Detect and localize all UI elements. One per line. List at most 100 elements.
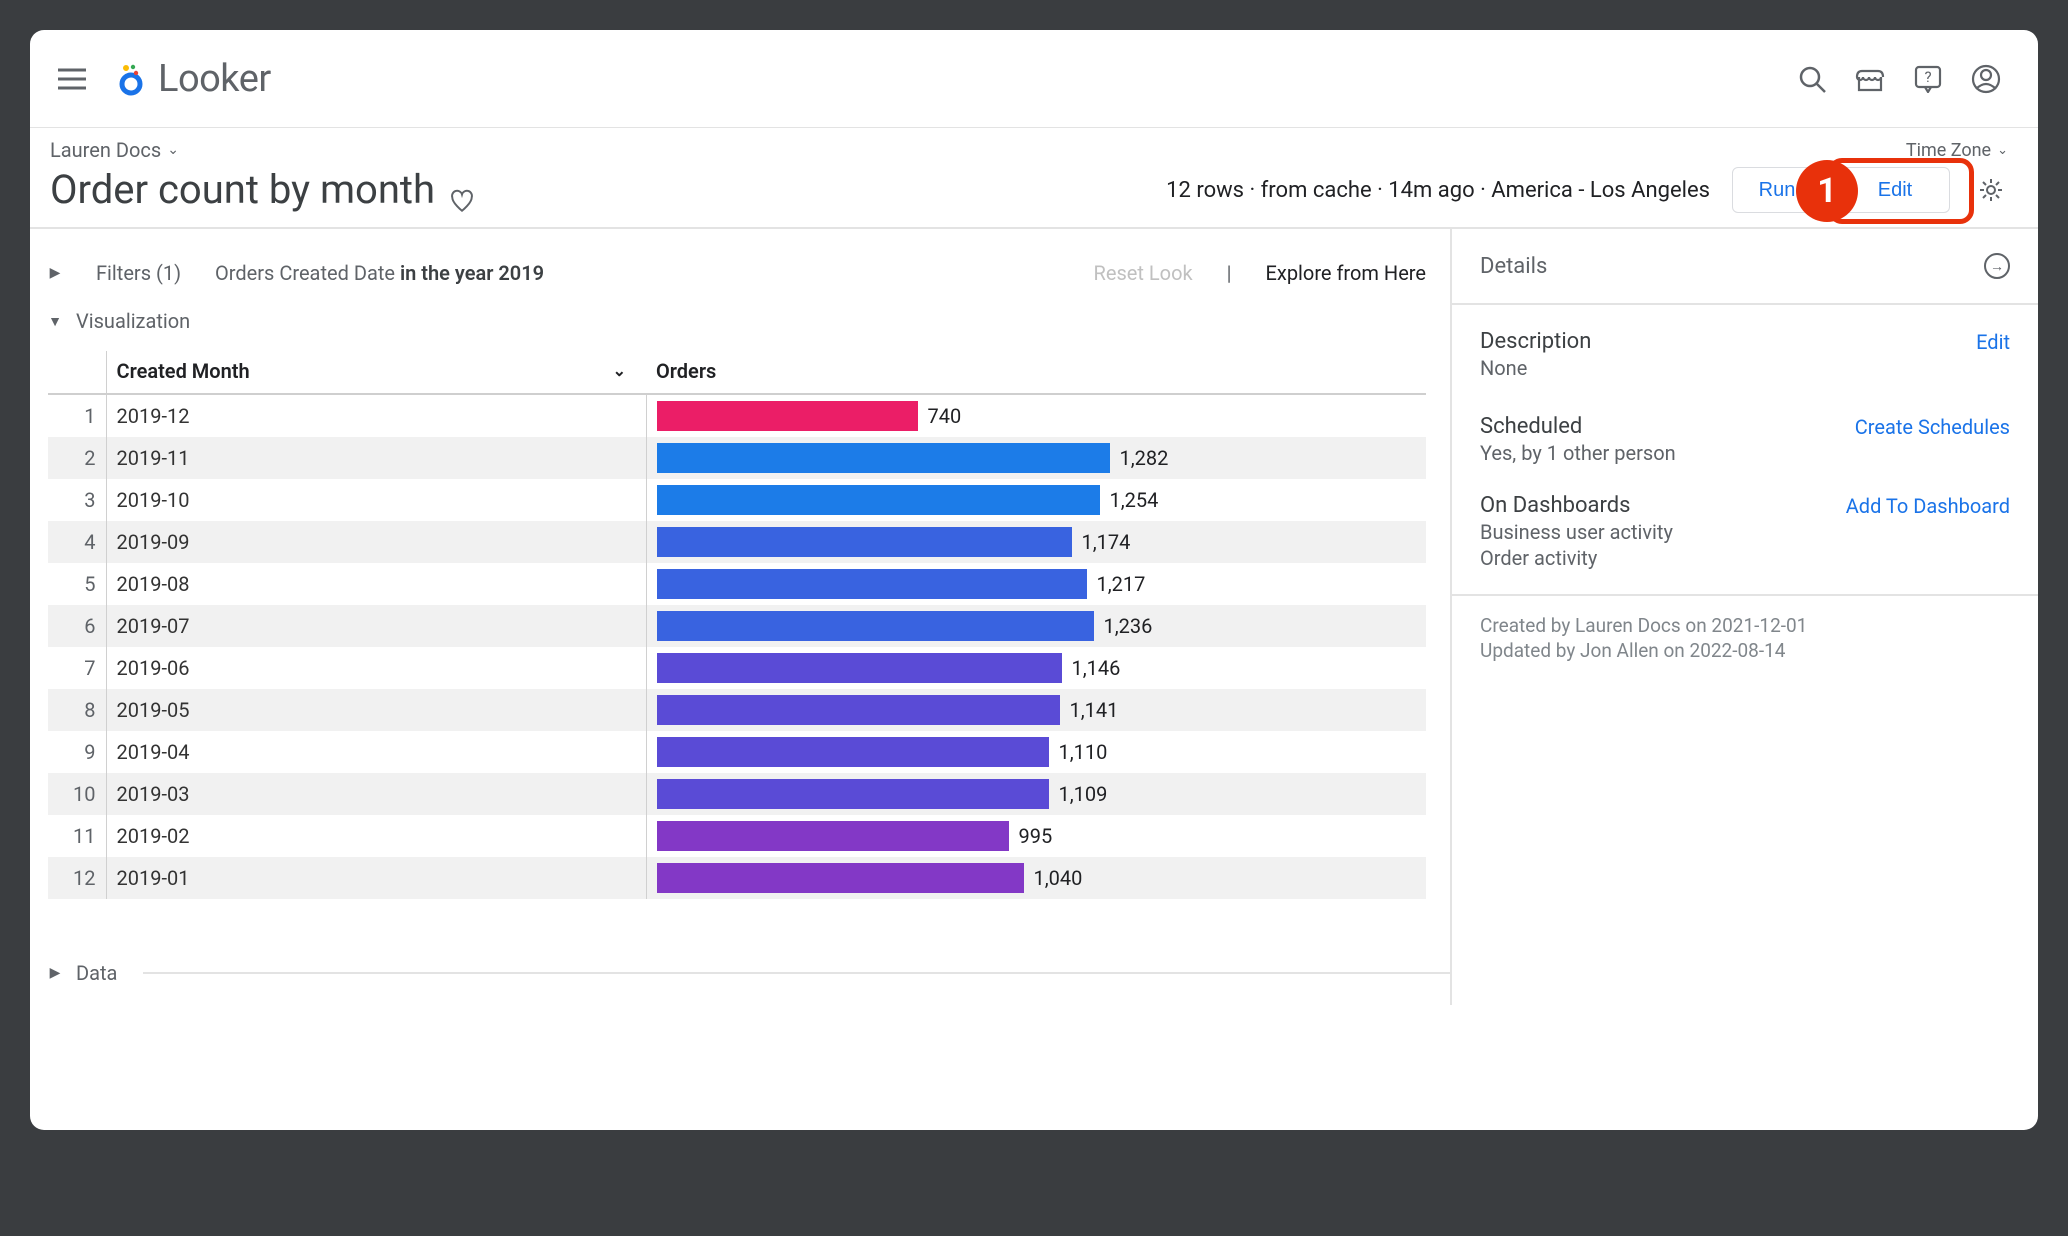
- row-index: 8: [48, 689, 106, 731]
- bar-value: 1,109: [1059, 782, 1108, 806]
- bar-value: 1,236: [1104, 614, 1153, 638]
- row-orders: 1,254: [646, 479, 1426, 521]
- row-month: 2019-03: [106, 773, 646, 815]
- row-month: 2019-04: [106, 731, 646, 773]
- bar-icon: [657, 401, 918, 431]
- edit-button[interactable]: Edit: [1840, 167, 1950, 213]
- bar-value: 1,254: [1110, 488, 1159, 512]
- details-sidebar: Details → Description Edit None Schedule…: [1450, 229, 2038, 1005]
- filters-label: Filters (1): [96, 261, 181, 285]
- bar-icon: [657, 485, 1100, 515]
- visualization-section-header[interactable]: ▼ Visualization: [48, 297, 1450, 345]
- row-orders: 1,040: [646, 857, 1426, 899]
- table-row: 102019-03 1,109: [48, 773, 1426, 815]
- edit-description-link[interactable]: Edit: [1976, 330, 2010, 354]
- table-row: 112019-02995: [48, 815, 1426, 857]
- data-label: Data: [76, 961, 117, 985]
- sidebar-meta: Created by Lauren Docs on 2021-12-01 Upd…: [1452, 594, 2038, 681]
- caret-right-icon: ▶: [48, 265, 62, 281]
- table-row: 72019-061,146: [48, 647, 1426, 689]
- reset-look: Reset Look: [1094, 261, 1193, 285]
- gear-icon[interactable]: [1974, 173, 2008, 207]
- looker-logo-icon: [114, 62, 148, 96]
- col-orders[interactable]: Orders: [646, 351, 1426, 394]
- row-month: 2019-11: [106, 437, 646, 479]
- menu-icon[interactable]: [52, 59, 92, 99]
- col-index: [48, 351, 106, 394]
- table-row: 12019-12740: [48, 394, 1426, 437]
- description-title: Description: [1480, 329, 1591, 354]
- row-month: 2019-01: [106, 857, 646, 899]
- row-orders: 1,217: [646, 563, 1426, 605]
- row-month: 2019-12: [106, 394, 646, 437]
- row-orders: 1,141: [646, 689, 1426, 731]
- bar-icon: [657, 569, 1087, 599]
- marketplace-icon[interactable]: [1848, 57, 1892, 101]
- bar-value: 1,040: [1034, 866, 1083, 890]
- row-index: 10: [48, 773, 106, 815]
- caret-down-icon: ▼: [48, 313, 62, 330]
- bar-icon: [657, 695, 1060, 725]
- bar-value: 1,141: [1070, 698, 1119, 722]
- caret-right-icon: ▶: [48, 965, 62, 981]
- bar-value: 1,217: [1097, 572, 1146, 596]
- created-by: Created by Lauren Docs on 2021-12-01: [1480, 614, 2010, 639]
- on-dashboards-title: On Dashboards: [1480, 493, 1631, 518]
- top-app-bar: Looker ?: [30, 30, 2038, 128]
- row-orders: 995: [646, 815, 1426, 857]
- row-index: 5: [48, 563, 106, 605]
- row-orders: 1,236: [646, 605, 1426, 647]
- breadcrumb-label: Lauren Docs: [50, 138, 161, 162]
- filters-section[interactable]: ▶ Filters (1) Orders Created Date in the…: [48, 249, 1450, 297]
- bar-icon: [657, 863, 1024, 893]
- favorite-icon[interactable]: [449, 177, 475, 203]
- table-row: 62019-071,236: [48, 605, 1426, 647]
- details-title: Details: [1480, 254, 1547, 279]
- table-row: 22019-111,282: [48, 437, 1426, 479]
- data-section-header[interactable]: ▶ Data: [48, 949, 1450, 1005]
- table-row: 122019-011,040: [48, 857, 1426, 899]
- timezone-selector[interactable]: Time Zone ⌄: [1906, 140, 2008, 161]
- updated-by: Updated by Jon Allen on 2022-08-14: [1480, 639, 2010, 664]
- bar-icon: [657, 737, 1049, 767]
- row-index: 9: [48, 731, 106, 773]
- create-schedules-link[interactable]: Create Schedules: [1855, 415, 2010, 439]
- row-month: 2019-06: [106, 647, 646, 689]
- row-orders: 1,282: [646, 437, 1426, 479]
- dashboard-item[interactable]: Order activity: [1480, 546, 2010, 570]
- brand[interactable]: Looker: [114, 57, 271, 101]
- chevron-down-icon: ⌄: [1997, 143, 2008, 158]
- account-icon[interactable]: [1964, 57, 2008, 101]
- row-index: 3: [48, 479, 106, 521]
- bar-value: 1,174: [1082, 530, 1131, 554]
- scheduled-title: Scheduled: [1480, 414, 1582, 439]
- bar-icon: [657, 527, 1072, 557]
- row-month: 2019-08: [106, 563, 646, 605]
- collapse-sidebar-icon[interactable]: →: [1984, 253, 2010, 279]
- explore-from-here-link[interactable]: Explore from Here: [1266, 261, 1426, 285]
- chevron-down-icon: ⌄: [613, 361, 626, 380]
- row-month: 2019-02: [106, 815, 646, 857]
- help-icon[interactable]: ?: [1906, 57, 1950, 101]
- content-pane: ▶ Filters (1) Orders Created Date in the…: [30, 229, 1450, 1005]
- brand-name: Looker: [158, 57, 271, 101]
- col-created-month[interactable]: Created Month ⌄: [106, 351, 646, 394]
- bar-icon: [657, 611, 1094, 641]
- row-index: 2: [48, 437, 106, 479]
- row-index: 7: [48, 647, 106, 689]
- main: ▶ Filters (1) Orders Created Date in the…: [30, 229, 2038, 1005]
- bar-value: 740: [928, 404, 962, 428]
- add-to-dashboard-link[interactable]: Add To Dashboard: [1846, 494, 2010, 518]
- dashboard-item[interactable]: Business user activity: [1480, 520, 2010, 544]
- row-orders: 740: [646, 394, 1426, 437]
- row-orders: 1,174: [646, 521, 1426, 563]
- row-month: 2019-10: [106, 479, 646, 521]
- run-button[interactable]: Run: [1732, 167, 1822, 213]
- svg-text:?: ?: [1924, 68, 1931, 86]
- table-row: 52019-08 1,217: [48, 563, 1426, 605]
- row-month: 2019-09: [106, 521, 646, 563]
- scheduled-value: Yes, by 1 other person: [1480, 441, 2010, 465]
- row-month: 2019-07: [106, 605, 646, 647]
- breadcrumb[interactable]: Lauren Docs ⌄: [50, 138, 1166, 162]
- search-icon[interactable]: [1790, 57, 1834, 101]
